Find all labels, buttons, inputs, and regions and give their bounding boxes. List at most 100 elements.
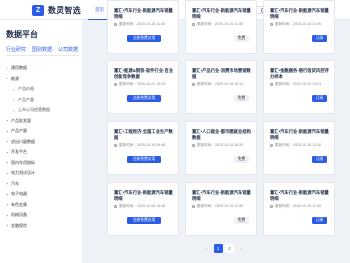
dataset-card[interactable]: 富汇•汽车行业-新能源汽车销量明细更新时间：2025-10-15 11:45 订阅: [263, 182, 335, 236]
card-date-text: 更新时间：2025-10-15 11:45: [274, 22, 321, 26]
sidebar-item-label: 进出口量数据: [11, 138, 35, 144]
dataset-card[interactable]: 富汇•汽车行业-新能源汽车销量明细更新时间：2025-10-15 11:45 订阅: [263, 0, 335, 54]
card-date-text: 更新时间：2025-10-15 09:48: [118, 143, 166, 147]
card-title[interactable]: 富汇•产品行业-消费市场营销数据: [192, 68, 253, 80]
card-action-button[interactable]: 注册免费试用: [127, 217, 161, 224]
clock-icon: [192, 143, 196, 148]
sidebar-item-label: 有色金属: [11, 201, 27, 207]
card-date-text: 更新时间：2025-10-14 16:20: [196, 143, 244, 147]
sidebar-item-label: 能源: [11, 75, 19, 81]
dataset-card[interactable]: 富汇•汽车行业-新能源汽车销量明细更新时间：2025-10-15 11:45 免费: [185, 0, 257, 54]
sidebar-item[interactable]: + 电力测试设计: [6, 168, 78, 179]
sidebar-item[interactable]: + 产品产量: [6, 126, 78, 137]
clock-icon: [270, 143, 274, 148]
card-title[interactable]: 富汇•汽车行业-新能源汽车销量明细: [270, 129, 331, 141]
next-page-button[interactable]: ›: [237, 244, 246, 253]
card-date: 更新时间：2025-10-15 11:45: [192, 204, 243, 209]
card-date-text: 更新时间：2025-10-12 14:03: [274, 82, 322, 86]
card-action-button[interactable]: 注册免费试用: [127, 35, 161, 42]
sidebar-item[interactable]: • 产品价格: [6, 84, 78, 95]
card-title[interactable]: 富汇•汽车行业-新能源汽车销量明细: [270, 190, 331, 202]
dataset-card[interactable]: 富汇•金融服务-银行信贷风控评分样本更新时间：2025-10-12 14:03 订…: [263, 60, 335, 114]
card-action-button[interactable]: 订阅: [312, 217, 327, 224]
sidebar-item[interactable]: + 进出口量数据: [6, 137, 78, 148]
sidebar-item[interactable]: + 有色金属: [6, 200, 78, 211]
dataset-card[interactable]: 富汇•汽车行业-新能源汽车销量明细更新时间：2025-10-15 11:45 免费: [185, 182, 257, 236]
card-date-text: 更新时间：2025-10-15 11:45: [196, 22, 243, 26]
nav-item-label: 首页: [95, 7, 104, 12]
sidebar-item-label: 金融保险: [11, 222, 27, 228]
card-title[interactable]: 富汇•能源&钢铁-软件行业-百业创新竞争数据: [114, 68, 175, 80]
card-action-button[interactable]: 免费: [234, 156, 249, 163]
card-action-button[interactable]: 免费: [234, 95, 249, 102]
sidebar-item[interactable]: − 通用数据: [6, 63, 78, 74]
dataset-card[interactable]: 富汇•人口就业-都市圈就业结构数据更新时间：2025-10-14 16:20 免费: [185, 121, 257, 175]
card-title[interactable]: 富汇•汽车行业-新能源汽车销量明细: [114, 190, 175, 202]
clock-icon: [192, 22, 196, 27]
card-title[interactable]: 富汇•汽车行业-新能源汽车销量明细: [192, 190, 253, 202]
card-date: 更新时间：2025-10-15 11:45: [114, 22, 165, 27]
card-title[interactable]: 富汇•汽车行业-新能源汽车销量明细: [270, 8, 331, 20]
logo-icon: Z: [32, 4, 44, 16]
dataset-card[interactable]: 富汇•汽车行业-新能源汽车销量明细 更新时间：2025-10-10 11:30 订阅: [263, 121, 335, 175]
card-date-text: 更新时间：2025-10-15 11:45: [196, 204, 243, 208]
card-date: 更新时间：2025-10-15 11:45: [192, 22, 243, 27]
clock-icon: [114, 143, 118, 148]
sidebar-item-label: 通用数据: [11, 65, 27, 71]
clock-icon: [270, 22, 274, 27]
card-title[interactable]: 富汇•金融服务-银行信贷风控评分样本: [270, 68, 331, 80]
brand-logo[interactable]: Z 数灵智选: [32, 4, 81, 16]
dataset-card[interactable]: 富汇•汽车行业-新能源汽车销量明细更新时间：2025-10-15 11:45 注册…: [107, 0, 179, 54]
card-date: 更新时间：2025-10-15 09:48: [114, 143, 165, 148]
dataset-card[interactable]: 富汇•汽车行业-新能源汽车销量明细更新时间：2025-10-08 13:16 注册…: [107, 182, 179, 236]
dataset-card[interactable]: 富汇•工程经济-全国工业生产数据更新时间：2025-10-15 09:48 注册免…: [107, 121, 179, 175]
card-action-button[interactable]: 订阅: [312, 156, 327, 163]
clock-icon: [114, 22, 118, 27]
dataset-card[interactable]: 富汇•产品行业-消费市场营销数据更新时间：2025-10-18 10:12 免费: [185, 60, 257, 114]
sidebar-item-label: 汽车: [11, 180, 19, 186]
sidebar-item[interactable]: + 金融保险: [6, 221, 78, 232]
sidebar-item[interactable]: + 产品批发量: [6, 116, 78, 127]
sidebar-item[interactable]: + 电子电器: [6, 189, 78, 200]
card-action-button[interactable]: 订阅: [312, 35, 327, 42]
clock-icon: [114, 204, 118, 209]
sidebar-item[interactable]: • 产品产量: [6, 95, 78, 106]
dataset-card[interactable]: 富汇•能源&钢铁-软件行业-百业创新竞争数据 更新时间：2025-10-22 15…: [107, 60, 179, 114]
sidebar-item[interactable]: + 国内车用指标: [6, 158, 78, 169]
card-action-button[interactable]: 注册免费试用: [127, 156, 161, 163]
sidebar-item-label: 产品价格: [18, 86, 34, 92]
page-button-1[interactable]: 1: [213, 244, 223, 253]
card-title[interactable]: 富汇•工程经济-全国工业生产数据: [114, 129, 175, 141]
pagination: ‹ 1 2 ›: [202, 244, 248, 253]
clock-icon: [114, 82, 118, 87]
card-action-button[interactable]: 免费: [234, 35, 249, 42]
card-date-text: 更新时间：2025-10-15 11:45: [118, 22, 165, 26]
card-date: 更新时间：2025-10-15 11:45: [270, 22, 321, 27]
sidebar-item-label: 产品批发量: [11, 117, 31, 123]
sidebar-item-label: 电力测试设计: [11, 170, 35, 176]
sidebar-item[interactable]: + 汽车: [6, 179, 78, 190]
card-action-button[interactable]: 注册免费试用: [127, 95, 161, 102]
card-title[interactable]: 富汇•人口就业-都市圈就业结构数据: [192, 129, 253, 141]
page-button-2[interactable]: 2: [225, 244, 234, 253]
card-date: 更新时间：2025-10-15 11:45: [270, 204, 321, 209]
card-date: 更新时间：2025-10-18 10:12: [192, 82, 243, 87]
card-action-button[interactable]: 订阅: [312, 95, 327, 102]
sidebar-item[interactable]: + 开发平台: [6, 147, 78, 158]
card-date: 更新时间：2025-10-08 13:16: [114, 204, 165, 209]
sidebar-item[interactable]: + 机械设备: [6, 210, 78, 221]
sidebar-item-label: 产品产量: [11, 128, 27, 134]
sidebar-item[interactable]: − 能源: [6, 74, 78, 85]
divider: [6, 55, 78, 56]
prev-page-button[interactable]: ‹: [202, 244, 211, 253]
card-date: 更新时间：2025-10-12 14:03: [270, 82, 321, 87]
sidebar-item[interactable]: • 上市公司经营数据: [6, 105, 78, 116]
card-action-button[interactable]: 免费: [234, 217, 249, 224]
category-tree: − 通用数据 − 能源 • 产品价格 • 产品产量 • 上市公司经营数据 + 产品批发量 + 产品产量 + 进…: [6, 63, 78, 231]
card-date-text: 更新时间：2025-10-08 13:16: [118, 204, 166, 208]
clock-icon: [192, 82, 196, 87]
card-title[interactable]: 富汇•汽车行业-新能源汽车销量明细: [192, 8, 253, 20]
sidebar: 数据平台 行业研究 国别数据 公司数据 − 通用数据 − 能源 • 产品价格 • 产品产量 • 上…: [0, 20, 82, 263]
clock-icon: [270, 82, 274, 87]
card-title[interactable]: 富汇•汽车行业-新能源汽车销量明细: [114, 8, 175, 20]
